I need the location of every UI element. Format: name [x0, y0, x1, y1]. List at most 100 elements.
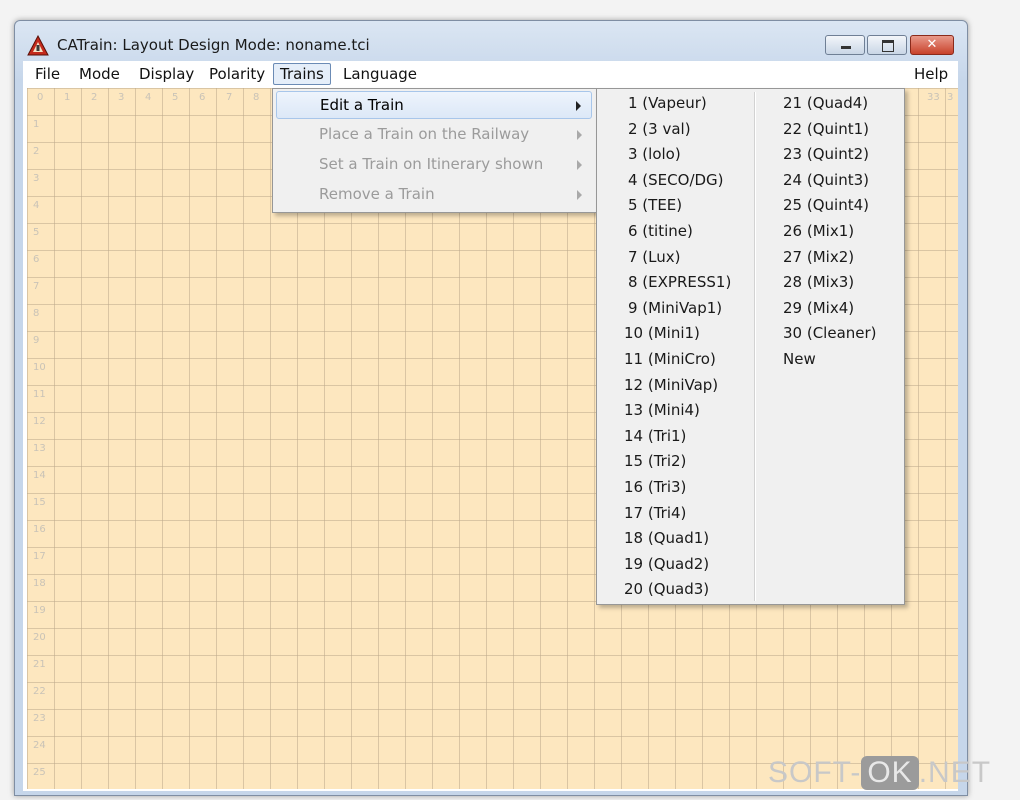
grid-row-label: 19 [33, 605, 46, 616]
close-button[interactable]: ✕ [910, 35, 954, 55]
submenu-item-train[interactable]: 24 (Quint3) [783, 171, 869, 195]
grid-row-label: 23 [33, 713, 46, 724]
submenu-item-train[interactable]: 8 (EXPRESS1) [628, 273, 731, 297]
submenu-item-train[interactable]: 21 (Quad4) [783, 94, 868, 118]
submenu-item-train[interactable]: 5 (TEE) [628, 196, 682, 220]
menu-bar: File Mode Display Polarity Trains Langua… [23, 61, 958, 87]
submenu-item-train[interactable]: 1 (Vapeur) [628, 94, 707, 118]
submenu-item-train[interactable]: 10 (Mini1) [624, 324, 700, 348]
grid-row-label: 1 [33, 119, 40, 130]
grid-row-label: 11 [33, 389, 46, 400]
submenu-item-train[interactable]: 11 (MiniCro) [624, 350, 716, 374]
grid-col-label: 6 [199, 92, 206, 103]
grid-row-label: 12 [33, 416, 46, 427]
grid-col-label: 2 [91, 92, 98, 103]
menu-help[interactable]: Help [914, 65, 948, 83]
menu-item-place-train: Place a Train on the Railway [276, 121, 592, 149]
grid-col-label: 33 [927, 92, 940, 103]
grid-row-label: 18 [33, 578, 46, 589]
grid-row-label: 16 [33, 524, 46, 535]
watermark-part1: SOFT- [768, 756, 862, 789]
menu-trains[interactable]: Trains [273, 63, 331, 85]
submenu-item-train[interactable]: 18 (Quad1) [624, 529, 709, 553]
watermark: SOFT- OK .NET [768, 756, 991, 790]
submenu-item-train[interactable]: 13 (Mini4) [624, 401, 700, 425]
grid-row-label: 3 [33, 173, 40, 184]
grid-row-label: 5 [33, 227, 40, 238]
submenu-item-train[interactable]: 12 (MiniVap) [624, 376, 718, 400]
submenu-item-train[interactable]: 27 (Mix2) [783, 248, 854, 272]
menu-language[interactable]: Language [343, 65, 417, 83]
edit-train-submenu: 1 (Vapeur) 2 (3 val) 3 (lolo) 4 (SECO/DG) 5 … [596, 88, 905, 605]
minimize-button[interactable] [825, 35, 865, 55]
grid-row-label: 4 [33, 200, 40, 211]
submenu-item-train[interactable]: 17 (Tri4) [624, 504, 686, 528]
catrain-app-icon [27, 35, 49, 56]
submenu-item-train[interactable]: 14 (Tri1) [624, 427, 686, 451]
submenu-item-train[interactable]: 26 (Mix1) [783, 222, 854, 246]
submenu-item-train[interactable]: 3 (lolo) [628, 145, 681, 169]
submenu-arrow-icon [577, 160, 582, 170]
grid-row-label: 8 [33, 308, 40, 319]
submenu-item-train[interactable]: 9 (MiniVap1) [628, 299, 722, 323]
menu-polarity[interactable]: Polarity [209, 65, 265, 83]
grid-row-label: 15 [33, 497, 46, 508]
menu-file[interactable]: File [35, 65, 60, 83]
submenu-item-train[interactable]: 20 (Quad3) [624, 580, 709, 604]
grid-row-label: 6 [33, 254, 40, 265]
submenu-item-train[interactable]: 28 (Mix3) [783, 273, 854, 297]
submenu-arrow-icon [577, 190, 582, 200]
grid-row-label: 2 [33, 146, 40, 157]
menu-item-remove-train: Remove a Train [276, 181, 592, 209]
submenu-item-train[interactable]: 19 (Quad2) [624, 555, 709, 579]
window-title: CATrain: Layout Design Mode: noname.tci [57, 36, 370, 54]
trains-dropdown-menu: Edit a Train Place a Train on the Railwa… [272, 88, 598, 213]
grid-row-label: 21 [33, 659, 46, 670]
menu-item-set-train-itinerary: Set a Train on Itinerary shown [276, 151, 592, 179]
menu-mode[interactable]: Mode [79, 65, 120, 83]
grid-row-label: 20 [33, 632, 46, 643]
grid-col-label: 5 [172, 92, 179, 103]
menu-item-label: Edit a Train [320, 96, 404, 114]
submenu-item-new-train[interactable]: New [783, 350, 816, 374]
grid-row-label: 14 [33, 470, 46, 481]
grid-row-label: 9 [33, 335, 40, 346]
grid-col-label: 0 [37, 92, 44, 103]
submenu-item-train[interactable]: 4 (SECO/DG) [628, 171, 724, 195]
menu-item-edit-train[interactable]: Edit a Train [276, 91, 592, 119]
watermark-part3: .NET [918, 756, 992, 789]
grid-col-label: 3 [118, 92, 125, 103]
grid-col-label: 7 [226, 92, 233, 103]
column-separator [754, 92, 756, 601]
submenu-item-train[interactable]: 30 (Cleaner) [783, 324, 877, 348]
submenu-item-train[interactable]: 7 (Lux) [628, 248, 681, 272]
watermark-part2: OK [861, 756, 919, 790]
submenu-item-train[interactable]: 6 (titine) [628, 222, 693, 246]
grid-col-label: 4 [145, 92, 152, 103]
menu-item-label: Remove a Train [319, 185, 435, 203]
menu-item-label: Place a Train on the Railway [319, 125, 530, 143]
grid-col-label: 1 [64, 92, 71, 103]
grid-row-label: 25 [33, 767, 46, 778]
grid-row-label: 13 [33, 443, 46, 454]
title-bar[interactable]: CATrain: Layout Design Mode: noname.tci … [15, 21, 967, 61]
submenu-item-train[interactable]: 2 (3 val) [628, 120, 691, 144]
submenu-item-train[interactable]: 16 (Tri3) [624, 478, 686, 502]
grid-row-label: 10 [33, 362, 46, 373]
grid-row-label: 22 [33, 686, 46, 697]
grid-col-label: 3 [947, 92, 954, 103]
submenu-item-train[interactable]: 23 (Quint2) [783, 145, 869, 169]
submenu-item-train[interactable]: 22 (Quint1) [783, 120, 869, 144]
maximize-button[interactable] [867, 35, 907, 55]
submenu-item-train[interactable]: 29 (Mix4) [783, 299, 854, 323]
submenu-item-train[interactable]: 25 (Quint4) [783, 196, 869, 220]
submenu-item-train[interactable]: 15 (Tri2) [624, 452, 686, 476]
menu-item-label: Set a Train on Itinerary shown [319, 155, 544, 173]
submenu-arrow-icon [576, 101, 581, 111]
submenu-arrow-icon [577, 130, 582, 140]
grid-row-label: 17 [33, 551, 46, 562]
grid-col-label: 8 [253, 92, 260, 103]
grid-row-label: 24 [33, 740, 46, 751]
menu-display[interactable]: Display [139, 65, 194, 83]
grid-row-label: 7 [33, 281, 40, 292]
